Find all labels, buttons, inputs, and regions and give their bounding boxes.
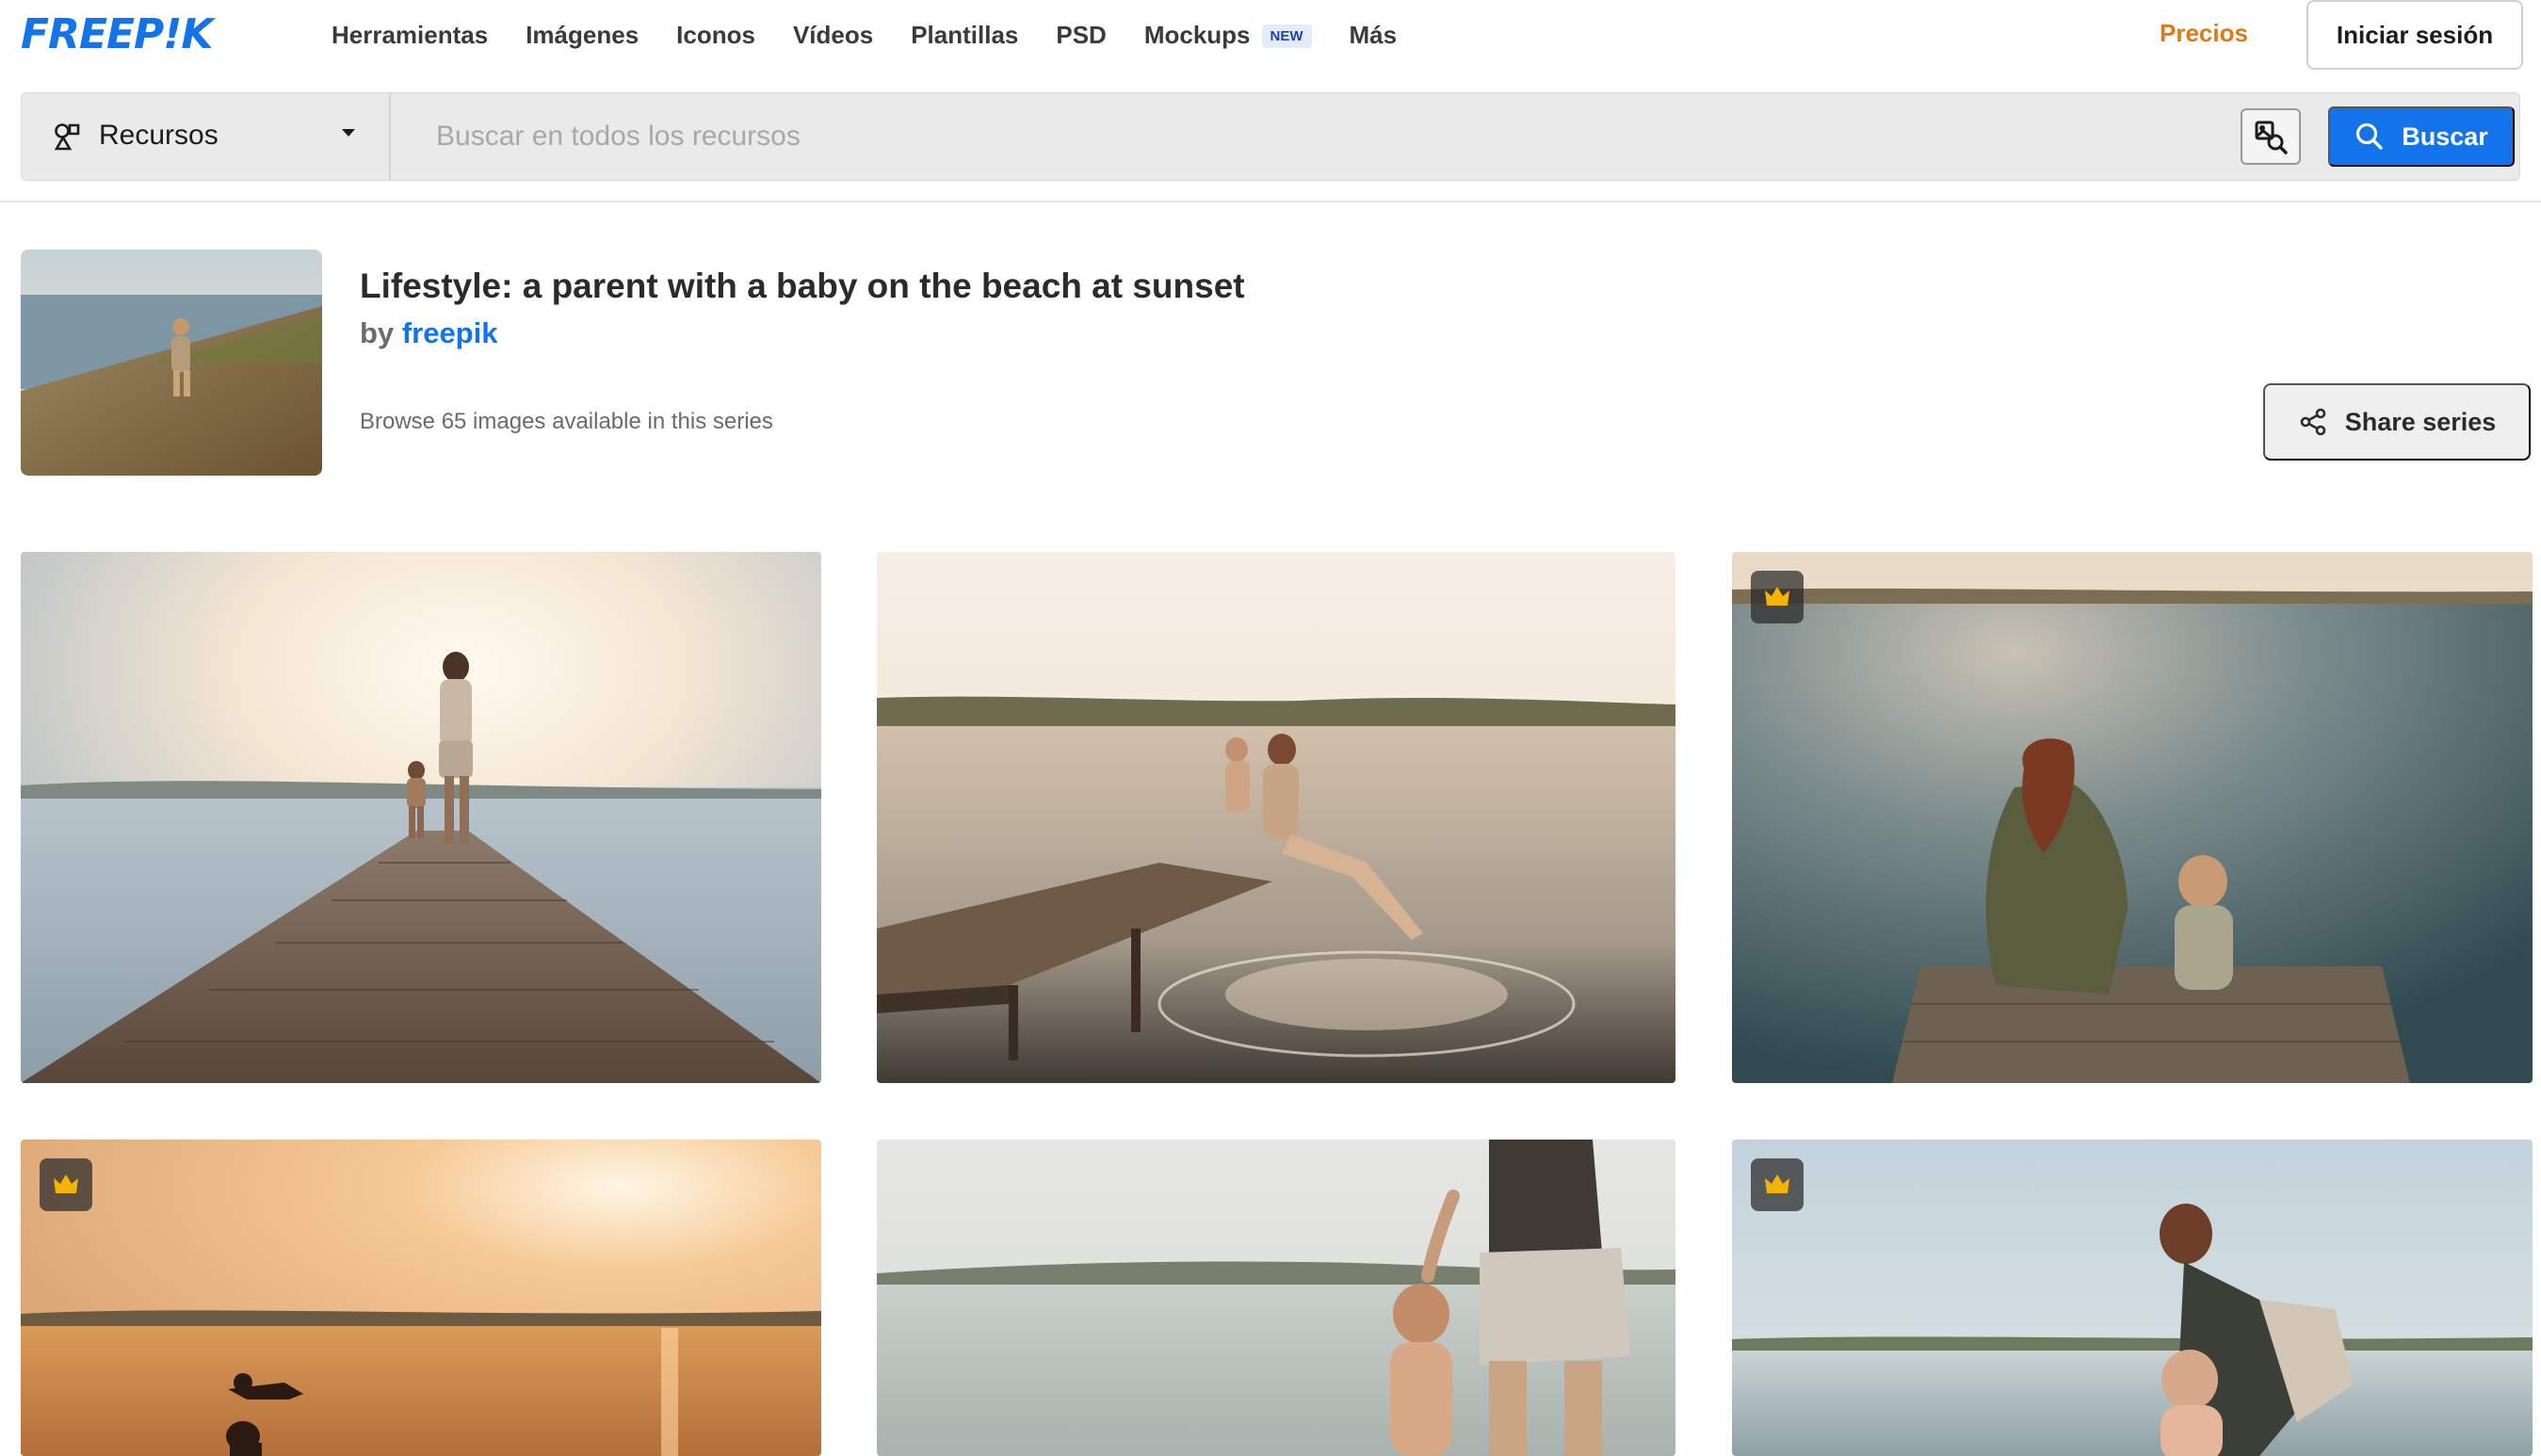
header-divider bbox=[0, 201, 2541, 202]
photo-pier-walk-sunset bbox=[21, 552, 821, 1083]
nav-item-herramientas[interactable]: Herramientas bbox=[332, 21, 488, 50]
image-search-button[interactable] bbox=[2241, 108, 2301, 165]
gallery-item-6[interactable] bbox=[1732, 1140, 2533, 1456]
search-button-label: Buscar bbox=[2402, 121, 2488, 151]
search-bar: Recursos Buscar bbox=[21, 92, 2520, 181]
photo-lift-baby-sunset bbox=[21, 1140, 821, 1456]
byline-prefix: by bbox=[360, 316, 395, 349]
series-count-text: Browse 65 images available in this serie… bbox=[360, 409, 773, 434]
new-badge: NEW bbox=[1261, 24, 1312, 49]
freepik-logo[interactable]: FREEP!K bbox=[21, 10, 213, 58]
nav-item-psd[interactable]: PSD bbox=[1056, 21, 1106, 50]
premium-badge bbox=[1751, 1158, 1804, 1211]
series-byline: by freepik bbox=[360, 316, 497, 350]
search-button[interactable]: Buscar bbox=[2328, 106, 2515, 167]
premium-badge bbox=[40, 1158, 92, 1211]
share-series-label: Share series bbox=[2344, 407, 2497, 436]
gallery-item-1[interactable] bbox=[21, 552, 821, 1083]
gallery-item-2[interactable] bbox=[877, 552, 1675, 1083]
photo-shore-walk-hands bbox=[877, 1140, 1675, 1456]
chevron-down-icon bbox=[342, 129, 355, 137]
nav-item-plantillas[interactable]: Plantillas bbox=[911, 21, 1018, 50]
pricing-link[interactable]: Precios bbox=[2160, 19, 2248, 48]
gallery-item-5[interactable] bbox=[877, 1140, 1675, 1456]
crown-icon bbox=[54, 1174, 78, 1193]
image-search-icon bbox=[2255, 121, 2288, 154]
share-series-button[interactable]: Share series bbox=[2263, 383, 2531, 461]
author-link[interactable]: freepik bbox=[402, 316, 498, 349]
search-icon bbox=[2356, 122, 2383, 150]
top-navigation: FREEP!K Herramientas Imágenes Iconos Víd… bbox=[0, 0, 2541, 70]
nav-item-iconos[interactable]: Iconos bbox=[676, 21, 755, 50]
gallery-item-4[interactable] bbox=[21, 1140, 821, 1456]
nav-item-videos[interactable]: Vídeos bbox=[793, 21, 873, 50]
series-cover-photo bbox=[21, 250, 322, 476]
nav-item-mockups-label: Mockups bbox=[1143, 20, 1251, 49]
nav-item-imagenes[interactable]: Imágenes bbox=[526, 21, 639, 50]
resource-type-label: Recursos bbox=[99, 120, 218, 151]
main-menu: Herramientas Imágenes Iconos Vídeos Plan… bbox=[332, 17, 1434, 53]
series-title: Lifestyle: a parent with a baby on the b… bbox=[360, 267, 1245, 305]
shapes-icon bbox=[54, 123, 80, 151]
gallery-item-3[interactable] bbox=[1732, 552, 2533, 1083]
photo-pier-sitting-lake bbox=[1732, 552, 2533, 1083]
resource-type-dropdown[interactable]: Recursos bbox=[22, 93, 391, 180]
nav-item-mockups[interactable]: Mockups NEW bbox=[1144, 21, 1312, 50]
photo-shore-lift-baby bbox=[1732, 1140, 2533, 1456]
login-button[interactable]: Iniciar sesión bbox=[2306, 0, 2523, 70]
photo-pier-splash-water bbox=[877, 552, 1675, 1083]
crown-icon bbox=[1765, 587, 1789, 606]
series-cover-image[interactable] bbox=[21, 250, 322, 476]
share-icon bbox=[2300, 408, 2325, 436]
crown-icon bbox=[1765, 1174, 1789, 1193]
nav-item-mas[interactable]: Más bbox=[1350, 21, 1398, 50]
search-input[interactable] bbox=[436, 112, 2225, 161]
premium-badge bbox=[1751, 571, 1804, 623]
